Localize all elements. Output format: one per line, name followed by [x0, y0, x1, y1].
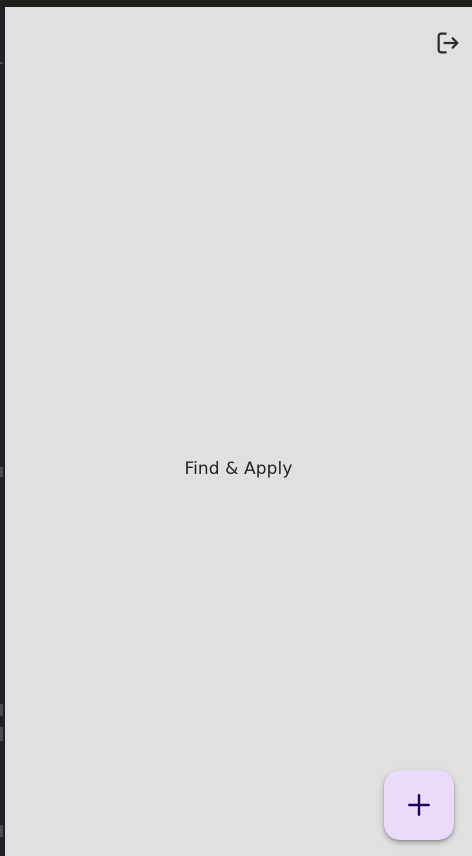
add-fab-button[interactable]	[384, 770, 454, 840]
screen: Find & Apply	[0, 0, 472, 856]
logout-icon	[437, 32, 459, 54]
edge-mark	[0, 467, 3, 477]
edge-mark	[0, 727, 3, 741]
app-body: Find & Apply	[5, 7, 472, 856]
center-title: Find & Apply	[184, 459, 293, 479]
edge-mark	[0, 62, 3, 64]
logout-button[interactable]	[432, 27, 464, 59]
add-icon	[408, 794, 430, 816]
window-top-bar	[0, 0, 472, 7]
edge-mark	[0, 825, 3, 837]
edge-mark	[0, 704, 3, 716]
